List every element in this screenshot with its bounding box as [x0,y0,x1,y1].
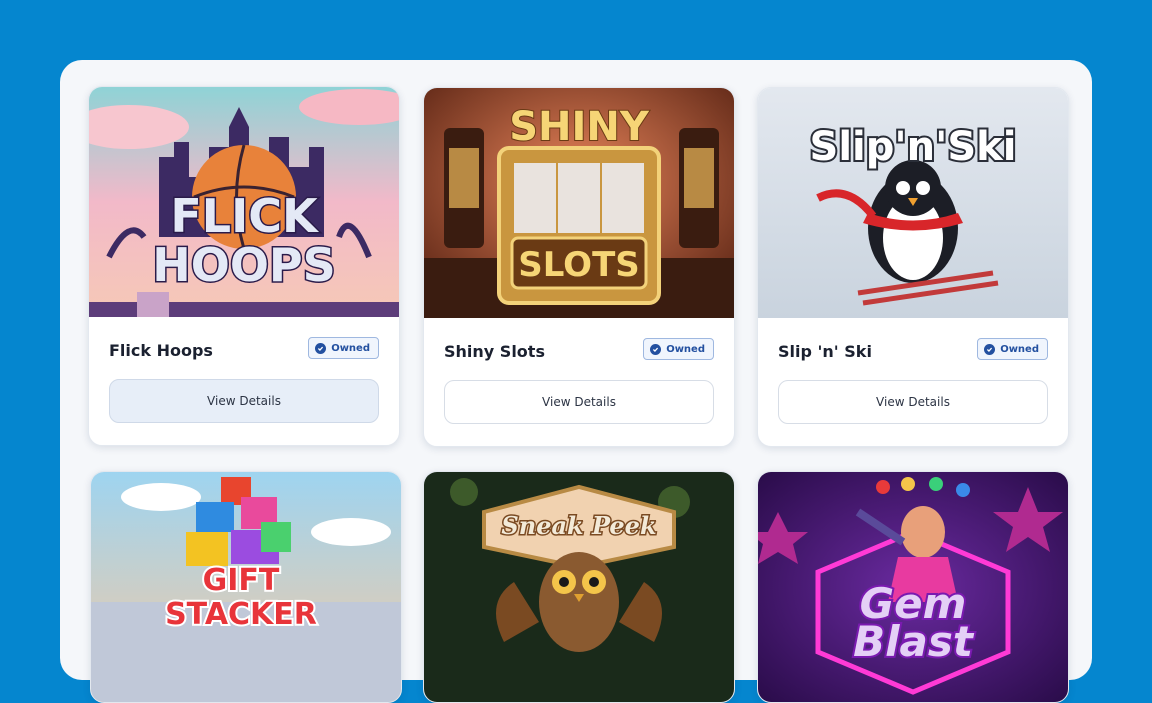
game-title: Flick Hoops [109,341,213,360]
badge-label: Owned [666,343,705,355]
art-title-line-1: GIFT [203,563,280,598]
game-thumbnail[interactable]: GIFT STACKER [91,472,401,702]
game-card-flick-hoops[interactable]: FLICK HOOPS Flick Hoops Owned View Detai… [88,86,400,446]
flick-hoops-artwork: FLICK HOOPS [89,87,399,317]
view-details-button[interactable]: View Details [778,380,1048,424]
game-card-info: Shiny Slots Owned View Details [424,318,734,446]
game-library-panel: FLICK HOOPS Flick Hoops Owned View Detai… [60,60,1092,703]
game-card-sneak-peek[interactable]: Sneak Peek [423,471,735,703]
art-title: Slip'n'Ski [810,124,1017,170]
game-thumbnail[interactable]: SHINY SLOTS [424,88,734,318]
game-card-gem-blast[interactable]: Gem Blast [757,471,1069,703]
gift-stacker-artwork: GIFT STACKER [91,472,401,702]
game-thumbnail[interactable]: FLICK HOOPS [89,87,399,317]
art-title-line-1: FLICK [170,189,320,243]
art-title-line-2: STACKER [165,597,317,632]
check-circle-icon [984,343,996,355]
badge-label: Owned [1000,343,1039,355]
art-title-line-1: SHINY [509,104,650,150]
game-card-info: Flick Hoops Owned View Details [89,317,399,445]
view-details-button[interactable]: View Details [109,379,379,423]
owned-badge: Owned [643,338,714,360]
view-details-button[interactable]: View Details [444,380,714,424]
check-circle-icon [315,342,327,354]
art-title-line-2: Blast [853,617,975,666]
gem-blast-artwork: Gem Blast [758,472,1068,702]
game-card-info: Slip 'n' Ski Owned View Details [758,318,1068,446]
game-card-slip-n-ski[interactable]: Slip'n'Ski Slip 'n' Ski Owned View Detai… [757,87,1069,447]
game-title: Shiny Slots [444,342,545,361]
art-title-line-2: HOOPS [152,238,336,292]
game-title: Slip 'n' Ski [778,342,872,361]
game-thumbnail[interactable]: Sneak Peek [424,472,734,702]
slip-n-ski-artwork: Slip'n'Ski [758,88,1068,318]
art-title: Sneak Peek [501,511,656,540]
sneak-peek-artwork: Sneak Peek [424,472,734,702]
game-card-shiny-slots[interactable]: SHINY SLOTS Shiny Slots Owned View Detai… [423,87,735,447]
art-title-line-2: SLOTS [518,245,640,285]
check-circle-icon [650,343,662,355]
owned-badge: Owned [308,337,379,359]
game-thumbnail[interactable]: Slip'n'Ski [758,88,1068,318]
game-card-gift-stacker[interactable]: GIFT STACKER [90,471,402,703]
badge-label: Owned [331,342,370,354]
game-thumbnail[interactable]: Gem Blast [758,472,1068,702]
owned-badge: Owned [977,338,1048,360]
shiny-slots-artwork: SHINY SLOTS [424,88,734,318]
